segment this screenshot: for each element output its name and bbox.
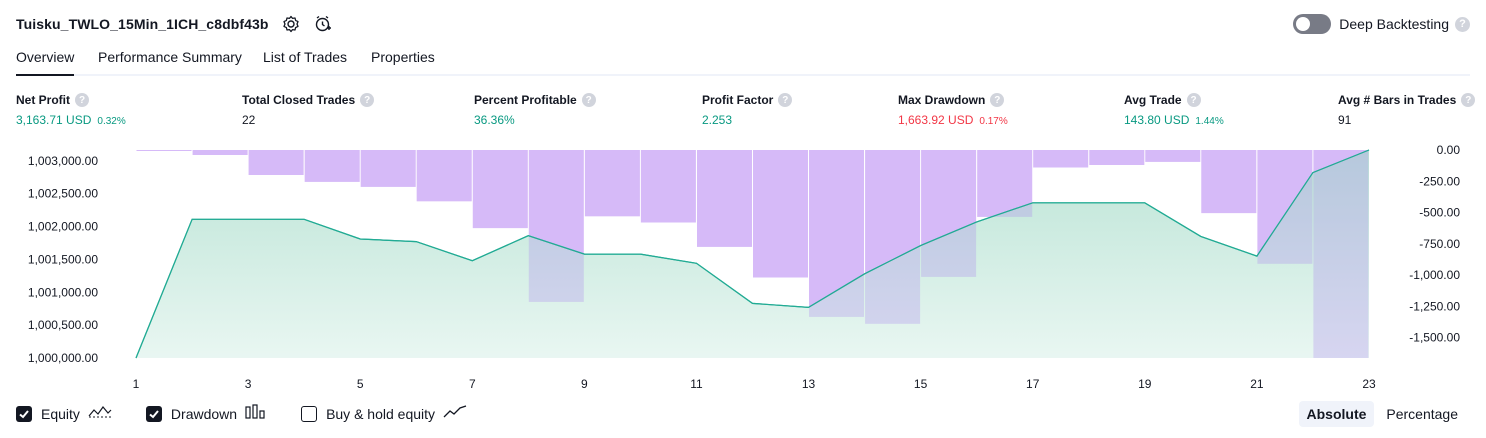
drawdown-bar-overlay xyxy=(640,150,696,223)
drawdown-bar-overlay xyxy=(360,150,416,187)
left-axis-tick-label: 1,002,000.00 xyxy=(28,220,98,234)
left-axis-tick-label: 1,000,500.00 xyxy=(28,318,98,332)
legend-label: Drawdown xyxy=(170,406,238,422)
equity-checkbox[interactable] xyxy=(16,406,32,422)
drawdown-bar-overlay xyxy=(416,150,472,202)
x-axis-tick-label: 1 xyxy=(133,377,140,391)
left-axis-tick-label: 1,001,500.00 xyxy=(28,252,98,266)
absolute-button[interactable]: Absolute xyxy=(1298,401,1375,427)
value-mode-switch: Absolute Percentage xyxy=(1295,401,1467,427)
equity-line-icon xyxy=(88,404,112,425)
drawdown-bar-overlay xyxy=(1089,150,1145,165)
right-axis-tick-label: -750.00 xyxy=(1419,237,1460,251)
drawdown-bar-overlay xyxy=(584,150,640,217)
drawdown-bar-overlay xyxy=(1257,150,1313,264)
x-axis-tick-label: 5 xyxy=(357,377,364,391)
right-axis-tick-label: -1,250.00 xyxy=(1409,299,1460,313)
x-axis-tick-label: 3 xyxy=(245,377,252,391)
drawdown-bar-overlay xyxy=(528,150,584,302)
right-axis-tick-label: 0.00 xyxy=(1437,143,1461,157)
x-axis-tick-label: 13 xyxy=(802,377,816,391)
left-axis-tick-label: 1,002,500.00 xyxy=(28,187,98,201)
equity-series xyxy=(135,149,1370,359)
legend-label: Buy & hold equity xyxy=(326,406,436,422)
x-axis-tick-label: 7 xyxy=(469,377,476,391)
buy-hold-checkbox[interactable] xyxy=(301,406,318,422)
chart-legend: Equity Drawdown Buy & hold equity xyxy=(16,403,501,425)
percentage-button[interactable]: Percentage xyxy=(1378,401,1466,427)
buy-hold-line-icon xyxy=(443,404,467,425)
drawdown-checkbox[interactable] xyxy=(145,406,162,422)
x-axis-tick-label: 15 xyxy=(914,377,928,391)
drawdown-bar-overlay xyxy=(977,150,1033,217)
right-axis-tick-label: -250.00 xyxy=(1419,174,1460,188)
drawdown-bar-overlay xyxy=(304,150,360,182)
drawdown-bar-overlay xyxy=(865,150,921,324)
x-axis-tick-label: 23 xyxy=(1362,377,1376,391)
left-axis-tick-label: 1,000,000.00 xyxy=(28,351,98,365)
drawdown-bar-overlay xyxy=(753,150,808,278)
x-axis-tick-label: 21 xyxy=(1250,377,1264,391)
x-axis-tick-label: 19 xyxy=(1138,377,1152,391)
drawdown-bar-overlay xyxy=(136,150,192,151)
x-axis-tick-label: 9 xyxy=(581,377,588,391)
equity-drawdown-chart[interactable]: 1,000,000.00 1,000,500.00 1,001,000.00 1,00… xyxy=(0,0,1486,400)
left-axis-tick-label: 1,003,000.00 xyxy=(28,154,98,168)
drawdown-bar-overlay xyxy=(1145,150,1201,162)
drawdown-bar-overlay xyxy=(697,150,752,247)
drawdown-bar-overlay xyxy=(921,150,977,277)
drawdown-bar-overlay xyxy=(809,150,864,317)
right-axis-tick-label: -1,000.00 xyxy=(1409,268,1460,282)
drawdown-bars-icon xyxy=(245,403,267,425)
right-axis-tick-label: -1,500.00 xyxy=(1409,331,1460,345)
drawdown-bar-overlay xyxy=(1033,150,1089,168)
drawdown-bar-overlay xyxy=(192,150,248,155)
drawdown-bar-overlay xyxy=(248,150,304,175)
left-axis-tick-label: 1,001,000.00 xyxy=(28,285,98,299)
legend-buy-hold-equity[interactable]: Buy & hold equity xyxy=(301,404,467,425)
drawdown-bar-overlay xyxy=(1313,150,1369,358)
right-axis-tick-label: -500.00 xyxy=(1419,206,1460,220)
x-axis-tick-label: 11 xyxy=(690,377,703,391)
legend-label: Equity xyxy=(41,406,80,422)
x-axis-tick-label: 17 xyxy=(1026,377,1040,391)
drawdown-bar-overlay xyxy=(472,150,528,229)
legend-drawdown[interactable]: Drawdown xyxy=(145,403,267,425)
drawdown-bar-overlay xyxy=(1201,150,1257,214)
legend-equity[interactable]: Equity xyxy=(16,404,112,425)
